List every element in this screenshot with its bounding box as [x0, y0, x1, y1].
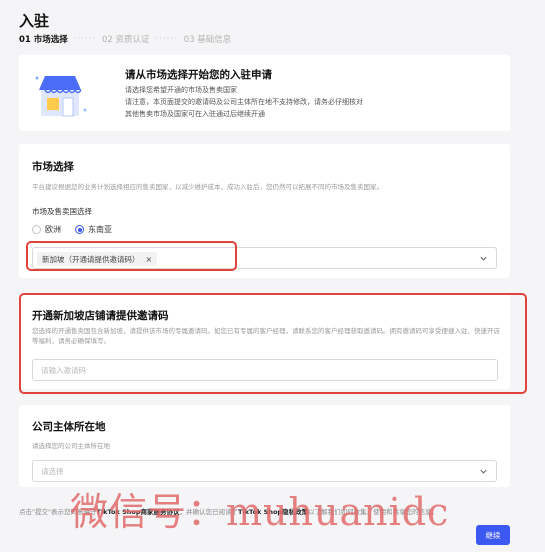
step-qualification: 02 资质认证 [102, 35, 150, 45]
intro-line: 请注意，本页面提交的邀请码及公司主体所在地不支持修改，请务必仔细核对 [125, 98, 363, 106]
radio-southeast-asia[interactable]: 东南亚 [75, 224, 112, 235]
continue-button[interactable]: 继续 [476, 525, 510, 545]
select-placeholder: 请选择 [41, 467, 64, 476]
company-desc: 请选择您的公司主体所在地 [32, 442, 110, 450]
highlight-box [26, 241, 237, 271]
intro-card: 请从市场选择开始您的入驻申请 请选择您希望开通的市场及售卖国家 请注意，本页面提… [19, 55, 510, 131]
agreement-middle: ，并确认您已阅读了 [179, 508, 239, 516]
highlight-box [19, 293, 527, 394]
step-separator: ······ [73, 34, 97, 44]
radio-circle[interactable] [32, 225, 41, 234]
company-title: 公司主体所在地 [32, 421, 106, 433]
market-label: 市场及售卖国选择 [32, 207, 92, 216]
agreement-text: 点击"提交"表示您同意遵守TikTok Shop商家服务协议，并确认您已阅读了T… [19, 506, 438, 516]
company-location-select[interactable]: 请选择 [32, 460, 497, 482]
merchant-agreement-link[interactable]: TikTok Shop商家服务协议 [96, 508, 179, 516]
intro-heading: 请从市场选择开始您的入驻申请 [125, 69, 272, 81]
agreement-suffix: 以了解我们如何收集、使用和共享您的信息。 [308, 508, 439, 516]
radio-label: 东南亚 [88, 225, 112, 234]
radio-europe[interactable]: 欧洲 [32, 224, 61, 235]
company-section: 公司主体所在地 请选择您的公司主体所在地 请选择 [19, 405, 510, 487]
market-radio-group: 欧洲 东南亚 [32, 224, 126, 235]
chevron-down-icon [480, 256, 487, 261]
market-desc: 平台建议根据您的业务计划选择相应的售卖国家，以减少维护成本，成功入驻后，您仍然可… [32, 183, 383, 191]
chevron-down-icon [480, 469, 487, 474]
agreement-prefix: 点击"提交"表示您同意遵守 [19, 508, 97, 516]
step-separator: ······ [155, 34, 178, 44]
radio-label: 欧洲 [45, 225, 61, 234]
intro-line: 其他售卖市场及国家可在入驻通过后继续开通 [125, 110, 265, 118]
step-market[interactable]: 01 市场选择 [19, 33, 68, 45]
step-basic-info: 03 基础信息 [183, 35, 232, 45]
radio-circle-selected[interactable] [75, 225, 84, 234]
intro-line: 请选择您希望开通的市场及售卖国家 [125, 86, 237, 94]
market-title: 市场选择 [32, 161, 74, 173]
page-title: 入驻 [19, 12, 50, 30]
stepper: 01 市场选择 ······ 02 资质认证 ······ 03 基础信息 [19, 33, 231, 45]
storefront-icon [35, 76, 87, 117]
privacy-policy-link[interactable]: TikTok Shop隐私政策 [238, 508, 308, 516]
